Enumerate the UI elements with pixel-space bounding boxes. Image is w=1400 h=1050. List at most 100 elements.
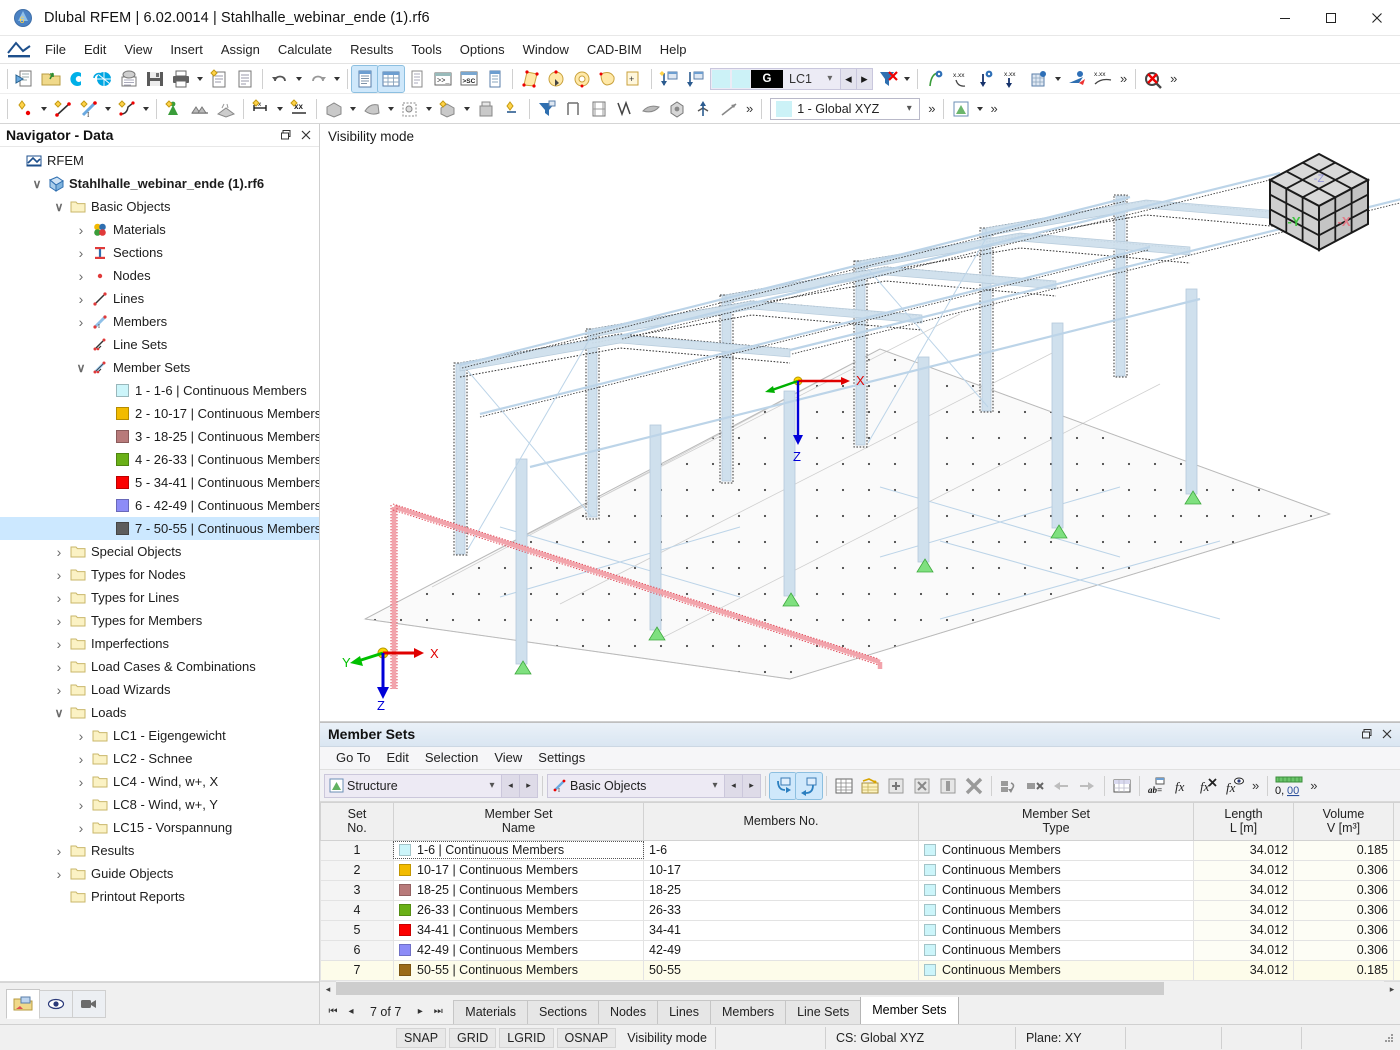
row-move-right-icon[interactable] bbox=[1074, 773, 1100, 799]
status-toggle-snap[interactable]: SNAP bbox=[396, 1027, 447, 1048]
tree-item[interactable]: Printout Reports bbox=[0, 885, 319, 908]
row-delete-x-icon[interactable] bbox=[1022, 773, 1048, 799]
opening-icon[interactable] bbox=[397, 96, 423, 122]
navigator-tree[interactable]: RFEM ∨ Stahlhalle_webinar_ende (1).rf6 ∨ Bas… bbox=[0, 146, 319, 982]
navigator-data-tab[interactable] bbox=[6, 988, 40, 1019]
solid-set-dropdown-arrow-icon[interactable] bbox=[461, 96, 473, 122]
results-off-icon[interactable] bbox=[1140, 66, 1166, 92]
new-member-icon[interactable]: I bbox=[76, 96, 102, 122]
table-row[interactable]: 2 10-17 | Continuous Members 10-17 Continuo… bbox=[320, 860, 1400, 881]
deformation-view-icon[interactable] bbox=[922, 66, 948, 92]
row-move-left-icon[interactable] bbox=[1048, 773, 1074, 799]
table-insert-row-icon[interactable] bbox=[883, 773, 909, 799]
tab-nodes[interactable]: Nodes bbox=[597, 999, 659, 1024]
redo-icon[interactable] bbox=[305, 66, 331, 92]
opening-dropdown-arrow-icon[interactable] bbox=[423, 96, 435, 122]
table-body[interactable]: 1 1-6 | Continuous Members 1-6 Continuous M… bbox=[320, 840, 1400, 981]
navigator-display-tab[interactable] bbox=[39, 989, 73, 1018]
pager-next-button[interactable]: ▸ bbox=[411, 1000, 429, 1024]
tree-item[interactable]: › LC15 - Vorspannung bbox=[0, 816, 319, 839]
pager-last-button[interactable]: ⏭ bbox=[429, 1000, 447, 1024]
menu-options[interactable]: Options bbox=[451, 38, 514, 61]
coordinate-system-selector[interactable]: 1 - Global XYZ ▾ bbox=[770, 97, 921, 120]
cell-members-no[interactable]: 26-33 bbox=[643, 900, 919, 921]
cell-member-set-name[interactable]: 10-17 | Continuous Members bbox=[393, 860, 644, 881]
table-row[interactable]: 3 18-25 | Continuous Members 18-25 Continuo… bbox=[320, 880, 1400, 901]
result-value-xxx-icon[interactable]: x.xx bbox=[1000, 66, 1026, 92]
cell-member-set-name[interactable]: 18-25 | Continuous Members bbox=[393, 880, 644, 901]
cell-members-no[interactable]: 18-25 bbox=[643, 880, 919, 901]
table-row[interactable]: 6 42-49 | Continuous Members 42-49 Continuo… bbox=[320, 940, 1400, 961]
table-display-icon[interactable] bbox=[948, 96, 974, 122]
table-row[interactable]: 5 34-41 | Continuous Members 34-41 Continuo… bbox=[320, 920, 1400, 941]
new-member-set-dropdown-arrow-icon[interactable] bbox=[140, 96, 152, 122]
result-diagram-icon[interactable]: x.xx bbox=[1090, 66, 1116, 92]
new-node-dropdown-arrow-icon[interactable] bbox=[38, 96, 50, 122]
formula-icon[interactable]: fx bbox=[1170, 773, 1196, 799]
block-icon[interactable] bbox=[473, 96, 499, 122]
formula-delete-icon[interactable]: fx bbox=[1196, 773, 1222, 799]
tree-item[interactable]: › Imperfections bbox=[0, 632, 319, 655]
table-panel-toggle-icon[interactable] bbox=[377, 64, 405, 93]
view-navigation-cube[interactable]: -Z -Y -X bbox=[1260, 146, 1378, 258]
value-display-icon[interactable]: x.xx bbox=[948, 66, 974, 92]
table-menu-selection[interactable]: Selection bbox=[417, 748, 486, 767]
grid-horizontal-scrollbar[interactable]: ◂ ▸ bbox=[320, 980, 1400, 998]
shell-icon[interactable] bbox=[638, 96, 664, 122]
table-toolbar-overflow-2[interactable]: » bbox=[1306, 778, 1321, 793]
col-header-members-no[interactable]: Members No. bbox=[643, 801, 919, 841]
decimal-places-icon[interactable]: 0, 00 bbox=[1272, 773, 1306, 799]
tree-item[interactable]: › LC1 - Eigengewicht bbox=[0, 724, 319, 747]
table-clear-icon[interactable] bbox=[961, 773, 987, 799]
load-case-next-button[interactable]: ▸ bbox=[855, 68, 872, 89]
solid-set-icon[interactable] bbox=[435, 96, 461, 122]
cell-member-set-name[interactable]: 26-33 | Continuous Members bbox=[393, 900, 644, 921]
pager-prev-button[interactable]: ◂ bbox=[342, 1000, 360, 1024]
chevron-right-icon[interactable]: › bbox=[50, 843, 68, 859]
select-area-icon[interactable] bbox=[517, 66, 543, 92]
new-support-icon[interactable] bbox=[161, 96, 187, 122]
navigator-views-tab[interactable] bbox=[72, 989, 106, 1018]
tree-item[interactable]: › Load Cases & Combinations bbox=[0, 655, 319, 678]
tree-item[interactable]: › Sections bbox=[0, 241, 319, 264]
tree-item[interactable]: 3 - 18-25 | Continuous Members bbox=[0, 425, 319, 448]
objects-prev-button[interactable]: ◂ bbox=[725, 773, 743, 798]
select-radius-icon[interactable] bbox=[569, 66, 595, 92]
tree-item[interactable]: 1 - 1-6 | Continuous Members bbox=[0, 379, 319, 402]
model-info-icon[interactable] bbox=[116, 66, 142, 92]
tree-item[interactable]: 7 - 50-55 | Continuous Members bbox=[0, 517, 319, 540]
table-view-all-icon[interactable] bbox=[831, 773, 857, 799]
chevron-right-icon[interactable]: › bbox=[72, 222, 90, 238]
result-curve-icon[interactable] bbox=[612, 96, 638, 122]
table-toggle-column-icon[interactable] bbox=[935, 773, 961, 799]
tree-item[interactable]: › Nodes bbox=[0, 264, 319, 287]
undo-dropdown-arrow-icon[interactable] bbox=[293, 66, 305, 92]
close-icon[interactable] bbox=[297, 126, 315, 144]
row-duplicate-icon[interactable] bbox=[996, 773, 1022, 799]
cross-section-icon[interactable] bbox=[586, 96, 612, 122]
member-sets-grid[interactable]: Set No. Member Set Name Members No. Memb… bbox=[320, 801, 1400, 998]
result-value-down-icon[interactable] bbox=[974, 66, 1000, 92]
select-in-graphic-icon[interactable] bbox=[769, 771, 797, 800]
cell-member-set-name[interactable]: 1-6 | Continuous Members bbox=[393, 840, 644, 861]
restore-icon[interactable] bbox=[277, 126, 295, 144]
navigator-panel-toggle-icon[interactable] bbox=[351, 64, 379, 93]
result-grid-dropdown-arrow-icon[interactable] bbox=[1052, 66, 1064, 92]
cell-members-no[interactable]: 1-6 bbox=[643, 840, 919, 861]
move-object-icon[interactable] bbox=[690, 96, 716, 122]
chevron-down-icon[interactable]: ∨ bbox=[50, 706, 68, 720]
cell-members-no[interactable]: 50-55 bbox=[643, 960, 919, 981]
menu-calculate[interactable]: Calculate bbox=[269, 38, 341, 61]
cell-member-set-type[interactable]: Continuous Members bbox=[918, 960, 1194, 981]
tree-item[interactable]: › Types for Members bbox=[0, 609, 319, 632]
new-model-icon[interactable] bbox=[12, 66, 38, 92]
tab-sections[interactable]: Sections bbox=[527, 999, 599, 1024]
table-row[interactable]: 1 1-6 | Continuous Members 1-6 Continuous M… bbox=[320, 840, 1400, 861]
section-shape-icon[interactable] bbox=[560, 96, 586, 122]
tab-lines[interactable]: Lines bbox=[657, 999, 711, 1024]
cell-members-no[interactable]: 10-17 bbox=[643, 860, 919, 881]
tree-item[interactable]: › Special Objects bbox=[0, 540, 319, 563]
tree-item[interactable]: › Results bbox=[0, 839, 319, 862]
col-header-length[interactable]: Length L [m] bbox=[1193, 801, 1294, 841]
filter-visibility-icon[interactable] bbox=[534, 96, 560, 122]
